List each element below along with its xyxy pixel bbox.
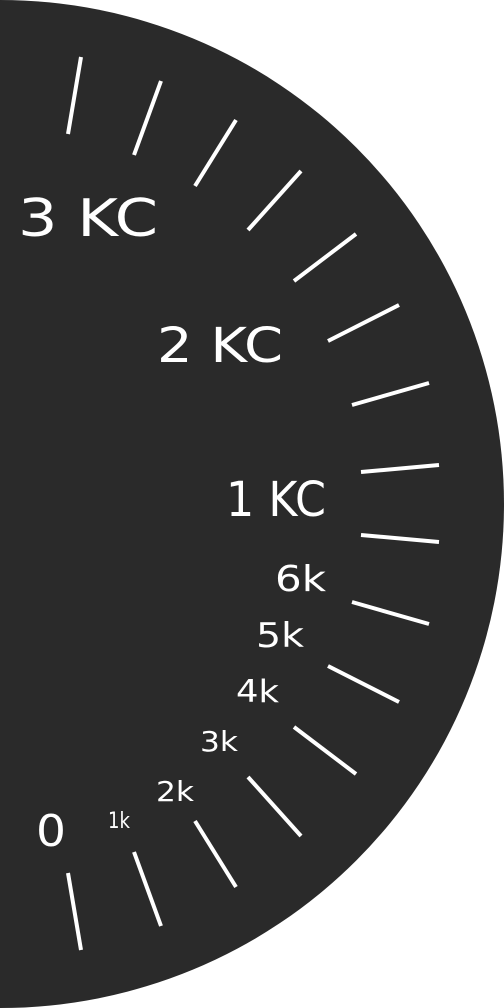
label-6k: 6k: [275, 559, 326, 600]
label-5k: 5k: [256, 616, 304, 656]
label-3k: 3k: [200, 725, 239, 758]
label-3kc: 3 KC: [18, 189, 158, 249]
label-2kc: 2 KC: [157, 318, 283, 374]
label-1k: 1k: [108, 809, 130, 834]
label-2k: 2k: [156, 775, 195, 808]
label-0: 0: [36, 806, 66, 857]
label-1kc: 1 KC: [226, 472, 326, 528]
speed-dial: 3 KC 2 KC 1 KC 6k 5k 4k 3k 2k 1k 0: [0, 0, 504, 1008]
label-4k: 4k: [236, 674, 279, 710]
